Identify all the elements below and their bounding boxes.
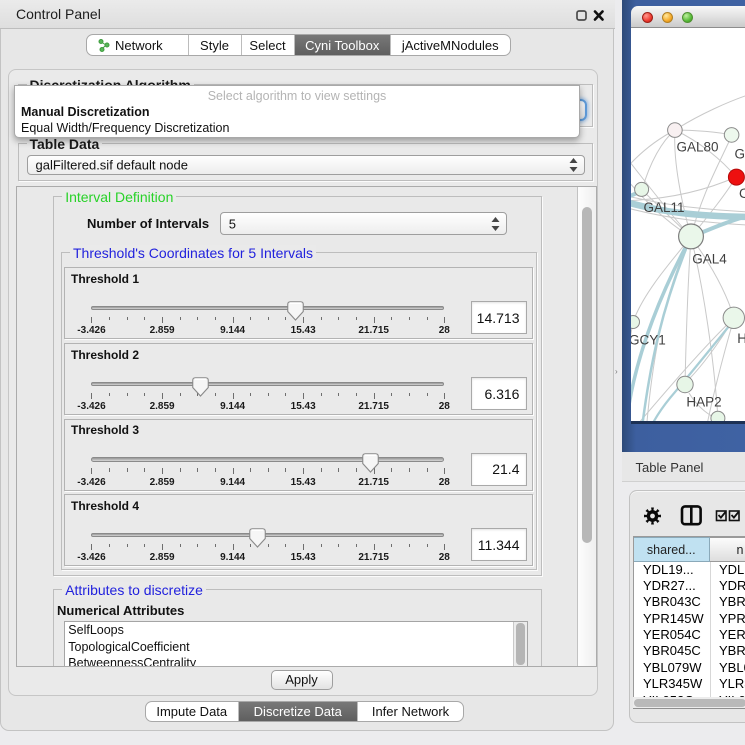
svg-text:GAL4: GAL4 — [692, 252, 727, 267]
svg-text:HAP2: HAP2 — [686, 395, 721, 410]
svg-text:GAL80: GAL80 — [677, 140, 719, 155]
svg-text:GCY1: GCY1 — [631, 333, 666, 348]
svg-text:H: H — [737, 331, 745, 346]
svg-text:C: C — [739, 186, 745, 201]
svg-text:GA: GA — [735, 147, 745, 162]
svg-text:GAL11: GAL11 — [644, 200, 685, 215]
